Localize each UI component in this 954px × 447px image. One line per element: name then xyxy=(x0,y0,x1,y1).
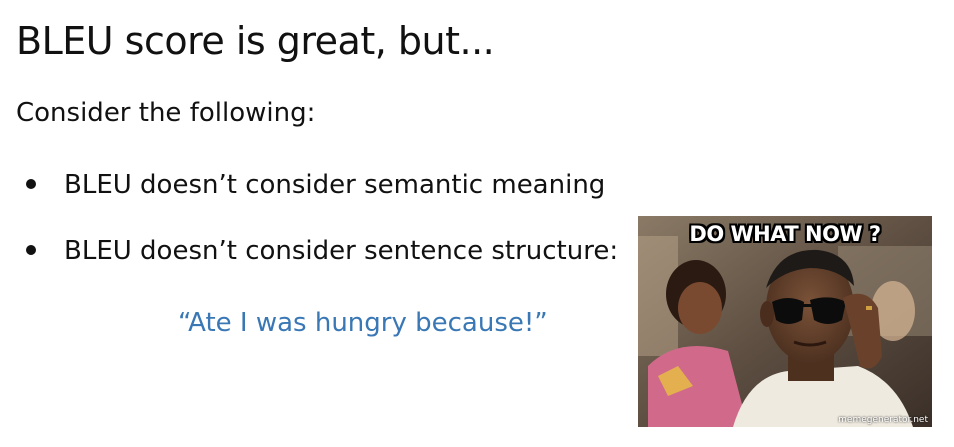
intro-text: Consider the following: xyxy=(16,98,316,128)
meme-watermark: memegenerator.net xyxy=(838,415,928,425)
bullet-item: BLEU doesn’t consider semantic meaning xyxy=(26,168,605,202)
meme-caption: DO WHAT NOW ? xyxy=(689,222,881,246)
bullet-dot-icon xyxy=(26,244,36,255)
bullet-dot-icon xyxy=(26,178,36,189)
bullet-text: BLEU doesn’t consider sentence structure… xyxy=(64,236,619,266)
meme-photo xyxy=(638,216,932,427)
slide: BLEU score is great, but... Consider the… xyxy=(0,0,954,447)
example-quote: “Ate I was hungry because!” xyxy=(178,308,548,338)
bullet-text: BLEU doesn’t consider semantic meaning xyxy=(64,170,606,200)
slide-title: BLEU score is great, but... xyxy=(16,19,495,63)
meme-image: DO WHAT NOW ? memegenerator.net xyxy=(638,216,932,427)
bullet-item: BLEU doesn’t consider sentence structure… xyxy=(26,234,618,268)
